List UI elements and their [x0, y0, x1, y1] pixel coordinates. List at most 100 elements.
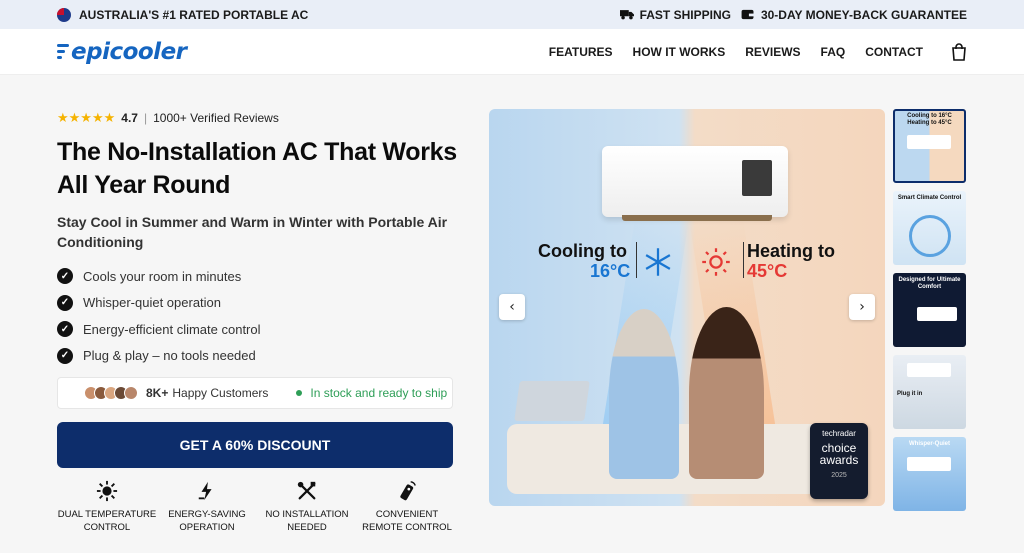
benefit-list: ✓ Cools your room in minutes ✓ Whisper-qui… [57, 263, 261, 369]
thumbnail-ac [907, 135, 951, 149]
social-proof-bar: 8K+ Happy Customers In stock and ready t… [57, 377, 453, 409]
carousel-next-button[interactable]: › [849, 294, 875, 320]
thumbnail-caption: Whisper-Quiet [908, 441, 950, 447]
stock-text: In stock and ready to ship [310, 386, 448, 400]
label-divider [636, 242, 637, 278]
nav-faq[interactable]: FAQ [821, 45, 846, 59]
thumbnail-caption: Smart Climate Control [897, 195, 962, 201]
australia-flag-icon [57, 7, 71, 22]
feature-remote-control: CONVENIENT REMOTE CONTROL [357, 480, 457, 534]
badge-year: 2025 [831, 472, 847, 479]
wallet-icon [741, 9, 754, 20]
thumbnail-dial [909, 215, 951, 257]
sun-icon [702, 248, 730, 276]
badge-brand: techradar [822, 429, 856, 438]
fast-shipping: FAST SHIPPING [619, 7, 731, 22]
carousel-prev-button[interactable]: ‹ [499, 294, 525, 320]
nav-how-it-works[interactable]: HOW IT WORKS [633, 45, 726, 59]
benefit-item: ✓ Whisper-quiet operation [57, 290, 261, 317]
nav-reviews[interactable]: REVIEWS [745, 45, 800, 59]
avatar [124, 386, 138, 400]
badge-title: choice awards [819, 441, 859, 467]
thumbnail-2[interactable]: Smart Climate Control [893, 191, 966, 265]
no-tools-icon [297, 481, 316, 500]
rating-separator: | [143, 111, 148, 125]
feature-no-installation: NO INSTALLATION NEEDED [257, 480, 357, 534]
thumbnail-5[interactable]: Whisper-Quiet [893, 437, 966, 511]
feature-energy-saving: ENERGY-SAVING OPERATION [157, 480, 257, 534]
woman-left [609, 309, 679, 479]
thumbnail-4[interactable]: Plug it in [893, 355, 966, 429]
heating-label-group: Heating to 45°C [747, 241, 835, 281]
customers-label: Happy Customers [172, 386, 269, 400]
benefit-text: Cools your room in minutes [83, 268, 242, 284]
thumbnail-1[interactable]: Cooling to 16°C Heating to 45°C [893, 109, 966, 183]
techradar-award-badge: techradar choice awards 2025 [810, 423, 868, 499]
feature-label: CONVENIENT REMOTE CONTROL [362, 509, 452, 533]
laptop [514, 381, 590, 421]
feature-icons-row: DUAL TEMPERATURE CONTROL ENERGY-SAVING O… [57, 480, 457, 534]
thumbnail-caption: Cooling to 16°C Heating to 45°C [907, 113, 952, 126]
main-nav: FEATURES HOW IT WORKS REVIEWS FAQ CONTAC… [549, 42, 967, 61]
air-conditioner-unit [602, 146, 788, 221]
benefit-item: ✓ Plug & play – no tools needed [57, 343, 261, 370]
benefit-text: Whisper-quiet operation [83, 295, 222, 311]
stock-status: In stock and ready to ship [296, 386, 447, 400]
heating-label: Heating to [747, 241, 835, 261]
heating-temp: 45°C [747, 261, 788, 281]
energy-saving-icon [198, 481, 212, 501]
cooling-label-group: Cooling to 16°C [538, 241, 630, 281]
benefit-item: ✓ Energy-efficient climate control [57, 316, 261, 343]
announcement-right: FAST SHIPPING 30-DAY MONEY-BACK GUARANTE… [619, 7, 967, 22]
benefit-item: ✓ Cools your room in minutes [57, 263, 261, 290]
announcement-bar: AUSTRALIA'S #1 RATED PORTABLE AC FAST SH… [0, 0, 1024, 29]
ac-vent [622, 215, 772, 221]
cooling-temp: 16°C [590, 261, 631, 281]
in-stock-dot-icon [296, 390, 303, 396]
cooling-label: Cooling to [538, 241, 627, 261]
benefit-text: Plug & play – no tools needed [83, 348, 256, 364]
fast-shipping-label: FAST SHIPPING [639, 7, 731, 22]
customers-count: 8K+ [146, 386, 169, 400]
thumbnail-caption: Plug it in [897, 391, 923, 397]
announcement-rated-text: AUSTRALIA'S #1 RATED PORTABLE AC [79, 7, 309, 22]
announcement-left: AUSTRALIA'S #1 RATED PORTABLE AC [57, 7, 309, 22]
thumbnail-3[interactable]: Designed for Ultimate Comfort [893, 273, 966, 347]
product-hero-image: Cooling to 16°C Heating to 45°C ‹ › tech… [489, 109, 885, 506]
thumbnail-ac [907, 363, 951, 377]
feature-label: NO INSTALLATION NEEDED [265, 509, 349, 533]
feature-label: DUAL TEMPERATURE CONTROL [57, 509, 157, 533]
check-icon: ✓ [57, 347, 73, 364]
thumbnail-caption: Designed for Ultimate Comfort [898, 277, 961, 290]
reviews-count[interactable]: 1000+ Verified Reviews [153, 111, 279, 125]
get-discount-button[interactable]: GET A 60% DISCOUNT [57, 422, 453, 468]
thumbnail-ac [907, 457, 951, 471]
check-icon: ✓ [57, 321, 73, 338]
sun-snowflake-icon [96, 480, 118, 502]
snowflake-icon [645, 248, 671, 276]
epicooler-logo[interactable]: epicooler [57, 39, 187, 65]
rating-row: ★★★★★ 4.7 | 1000+ Verified Reviews [57, 110, 279, 126]
nav-features[interactable]: FEATURES [549, 45, 613, 59]
money-back: 30-DAY MONEY-BACK GUARANTEE [741, 8, 967, 22]
benefit-text: Energy-efficient climate control [83, 321, 261, 337]
feature-label: ENERGY-SAVING OPERATION [168, 509, 246, 533]
woman-right [689, 307, 764, 479]
check-icon: ✓ [57, 294, 73, 311]
money-back-label: 30-DAY MONEY-BACK GUARANTEE [760, 7, 967, 22]
rating-stars-icon: ★★★★★ [57, 110, 116, 125]
label-divider [743, 242, 744, 278]
check-icon: ✓ [57, 268, 73, 285]
page-subheadline: Stay Cool in Summer and Warm in Winter w… [57, 214, 448, 250]
logo-speed-lines-icon [57, 44, 69, 59]
site-header: epicooler FEATURES HOW IT WORKS REVIEWS … [0, 29, 1024, 75]
shopping-bag-icon[interactable] [951, 42, 967, 61]
feature-dual-temperature: DUAL TEMPERATURE CONTROL [57, 480, 157, 534]
logo-text: epicooler [71, 38, 187, 65]
thumbnail-ac [917, 307, 957, 321]
remote-control-icon [400, 481, 416, 501]
customer-avatars [84, 386, 138, 400]
thumbnail-strip: Cooling to 16°C Heating to 45°C Smart Cl… [893, 109, 966, 511]
ac-display [742, 160, 772, 196]
nav-contact[interactable]: CONTACT [865, 45, 923, 59]
